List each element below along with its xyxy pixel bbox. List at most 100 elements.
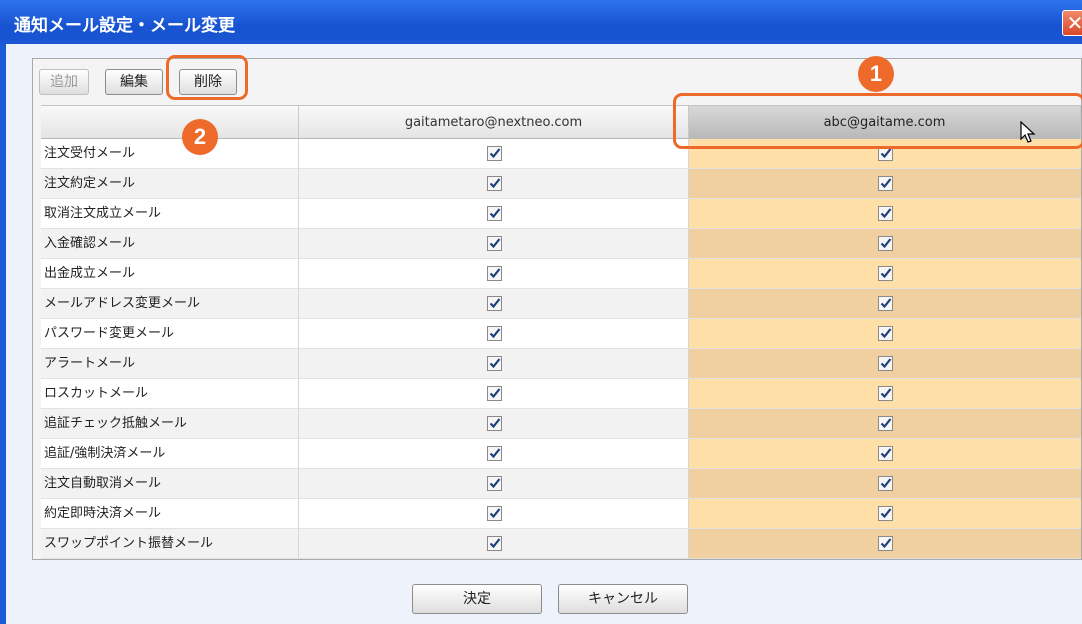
- notify-checkbox[interactable]: [878, 296, 893, 311]
- checkbox-cell: [299, 529, 689, 558]
- checkbox-cell: [299, 409, 689, 438]
- table-row: 入金確認メール: [41, 229, 1081, 259]
- checkbox-cell: [299, 169, 689, 198]
- table-row: 取消注文成立メール: [41, 199, 1081, 229]
- step-badge-2: 2: [182, 119, 218, 155]
- notify-checkbox[interactable]: [878, 326, 893, 341]
- checkmark-icon: [880, 508, 892, 519]
- checkbox-cell: [299, 139, 689, 168]
- checkbox-cell: [689, 529, 1081, 558]
- notify-checkbox[interactable]: [486, 386, 502, 401]
- table-row: 注文約定メール: [41, 169, 1081, 199]
- checkbox-cell: [689, 289, 1081, 318]
- checkbox-cell: [689, 229, 1081, 258]
- ok-button[interactable]: 決定: [412, 584, 542, 614]
- notify-checkbox[interactable]: [878, 206, 893, 221]
- table-row: 約定即時決済メール: [41, 499, 1081, 529]
- table-row: 追証チェック抵触メール: [41, 409, 1081, 439]
- checkmark-icon: [880, 268, 892, 279]
- checkbox-cell: [299, 499, 689, 528]
- checkbox-cell: [299, 439, 689, 468]
- notify-checkbox[interactable]: [486, 236, 502, 251]
- checkbox-cell: [689, 349, 1081, 378]
- checkbox-cell: [689, 469, 1081, 498]
- cancel-button[interactable]: キャンセル: [558, 584, 688, 614]
- notify-checkbox[interactable]: [486, 326, 502, 341]
- checkbox-cell: [689, 319, 1081, 348]
- checkmark-icon: [489, 478, 500, 489]
- checkmark-icon: [489, 388, 500, 399]
- checkmark-icon: [489, 268, 500, 279]
- notify-checkbox[interactable]: [878, 446, 893, 461]
- checkbox-cell: [299, 289, 689, 318]
- row-label: 出金成立メール: [41, 259, 299, 288]
- checkbox-cell: [299, 469, 689, 498]
- notify-checkbox[interactable]: [486, 296, 502, 311]
- row-label: メールアドレス変更メール: [41, 289, 299, 318]
- row-label: ロスカットメール: [41, 379, 299, 408]
- row-label: パスワード変更メール: [41, 319, 299, 348]
- row-label: 入金確認メール: [41, 229, 299, 258]
- row-label: アラートメール: [41, 349, 299, 378]
- notify-checkbox[interactable]: [878, 476, 893, 491]
- row-label: 注文受付メール: [41, 139, 299, 168]
- checkmark-icon: [489, 358, 500, 369]
- notify-checkbox[interactable]: [878, 236, 893, 251]
- notify-checkbox[interactable]: [486, 356, 502, 371]
- checkmark-icon: [489, 148, 500, 159]
- notify-checkbox[interactable]: [878, 386, 893, 401]
- title-bar[interactable]: 通知メール設定・メール変更 ✕: [0, 0, 1082, 44]
- checkmark-icon: [489, 448, 500, 459]
- checkmark-icon: [880, 238, 892, 249]
- checkbox-cell: [689, 379, 1081, 408]
- row-label: 注文約定メール: [41, 169, 299, 198]
- notify-checkbox[interactable]: [878, 176, 893, 191]
- checkbox-cell: [689, 439, 1081, 468]
- close-button[interactable]: ✕: [1062, 10, 1082, 36]
- checkbox-cell: [299, 199, 689, 228]
- dialog-window: 通知メール設定・メール変更 ✕ 追加 編集 削除 gaitametaro@nex…: [0, 0, 1082, 624]
- table-row: 出金成立メール: [41, 259, 1081, 289]
- add-button[interactable]: 追加: [39, 69, 89, 95]
- table-row: アラートメール: [41, 349, 1081, 379]
- checkbox-cell: [689, 499, 1081, 528]
- checkmark-icon: [880, 478, 892, 489]
- notify-checkbox[interactable]: [486, 176, 502, 191]
- notify-checkbox[interactable]: [486, 266, 502, 281]
- checkmark-icon: [489, 328, 500, 339]
- row-label: 取消注文成立メール: [41, 199, 299, 228]
- notify-checkbox[interactable]: [486, 536, 502, 551]
- checkmark-icon: [489, 298, 500, 309]
- table-row: パスワード変更メール: [41, 319, 1081, 349]
- notify-checkbox[interactable]: [486, 446, 502, 461]
- checkmark-icon: [489, 538, 500, 549]
- notify-checkbox[interactable]: [878, 416, 893, 431]
- notify-checkbox[interactable]: [486, 416, 502, 431]
- notify-checkbox[interactable]: [486, 476, 502, 491]
- mouse-pointer-icon: [1020, 121, 1036, 143]
- notify-checkbox[interactable]: [878, 356, 893, 371]
- checkmark-icon: [489, 418, 500, 429]
- checkmark-icon: [880, 328, 892, 339]
- notify-checkbox[interactable]: [878, 506, 893, 521]
- checkmark-icon: [489, 178, 500, 189]
- checkmark-icon: [880, 388, 892, 399]
- table-row: ロスカットメール: [41, 379, 1081, 409]
- checkmark-icon: [880, 448, 892, 459]
- step-badge-1: 1: [858, 56, 894, 92]
- notify-checkbox[interactable]: [878, 536, 893, 551]
- table-row: スワップポイント振替メール: [41, 529, 1081, 559]
- checkbox-cell: [299, 229, 689, 258]
- notify-checkbox[interactable]: [878, 266, 893, 281]
- table-row: メールアドレス変更メール: [41, 289, 1081, 319]
- edit-button[interactable]: 編集: [105, 69, 163, 95]
- checkbox-cell: [689, 409, 1081, 438]
- notify-checkbox[interactable]: [486, 206, 502, 221]
- notify-checkbox[interactable]: [486, 146, 502, 161]
- checkmark-icon: [880, 418, 892, 429]
- header-email-1[interactable]: gaitametaro@nextneo.com: [299, 106, 689, 139]
- table-row: 追証/強制決済メール: [41, 439, 1081, 469]
- notify-checkbox[interactable]: [486, 506, 502, 521]
- checkbox-cell: [689, 259, 1081, 288]
- header-label-column: [41, 106, 299, 139]
